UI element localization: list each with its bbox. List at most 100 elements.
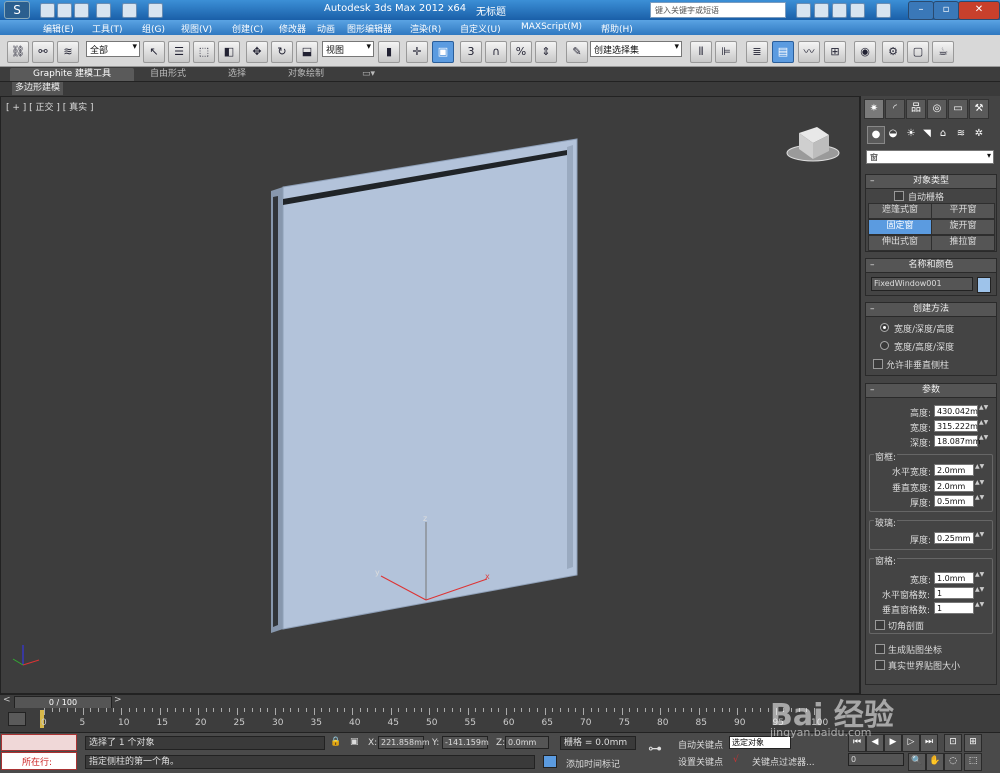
casement-window-button[interactable]: 平开窗 xyxy=(931,203,995,219)
y-coord-input[interactable]: -141.159m xyxy=(442,736,489,749)
parameters-header[interactable]: – 参数 xyxy=(866,384,996,398)
menu-tools[interactable]: 工具(T) xyxy=(92,22,123,35)
modify-tab-icon[interactable]: ◜ xyxy=(885,99,905,119)
reference-coordinate-dropdown[interactable]: 视图 xyxy=(322,41,374,57)
key-filters-button[interactable]: 关键点过滤器... xyxy=(752,755,815,768)
name-color-header[interactable]: – 名称和颜色 xyxy=(866,259,996,273)
named-selection-dropdown[interactable]: 创建选择集 xyxy=(590,41,682,57)
move-icon[interactable]: ✥ xyxy=(246,41,268,63)
maxscript-listener[interactable] xyxy=(1,734,77,751)
horizontal-panels-input[interactable]: 1 xyxy=(934,587,974,599)
systems-icon[interactable]: ✲ xyxy=(971,126,987,142)
zoom-extents-icon[interactable]: ⊡ xyxy=(944,734,962,752)
horizontal-width-spinner[interactable]: ▲▼ xyxy=(975,464,984,476)
go-to-end-button[interactable]: ⏭ xyxy=(920,734,938,752)
menu-maxscript[interactable]: MAXScript(M) xyxy=(521,22,582,32)
ribbon-tab-selection[interactable]: 选择 xyxy=(228,68,246,81)
app-logo-icon[interactable]: S xyxy=(4,1,30,19)
vertical-width-spinner[interactable]: ▲▼ xyxy=(975,480,984,492)
material-editor-icon[interactable]: ◉ xyxy=(854,41,876,63)
layer-manager-icon[interactable]: ≣ xyxy=(746,41,768,63)
help-icon[interactable] xyxy=(876,3,891,18)
mirror-icon[interactable]: ⫴ xyxy=(690,41,712,63)
category-dropdown[interactable]: 窗 xyxy=(866,150,994,164)
add-time-tag-label[interactable]: 添加时间标记 xyxy=(566,757,620,770)
open-file-icon[interactable] xyxy=(57,3,72,18)
sliding-window-button[interactable]: 推拉窗 xyxy=(931,235,995,251)
vertical-width-input[interactable]: 2.0mm xyxy=(934,480,974,492)
render-setup-icon[interactable]: ⚙ xyxy=(882,41,904,63)
minimize-button[interactable]: – xyxy=(908,1,934,20)
go-to-start-button[interactable]: ⏮ xyxy=(848,734,866,752)
height-input[interactable]: 430.042m xyxy=(934,405,978,417)
close-button[interactable]: ✕ xyxy=(958,1,1000,20)
frame-thickness-spinner[interactable]: ▲▼ xyxy=(975,495,984,507)
keyboard-shortcut-override-icon[interactable]: ▣ xyxy=(432,41,454,63)
set-key-button[interactable]: 设置关键点 xyxy=(678,755,723,768)
zoom-icon[interactable]: 🔍 xyxy=(908,753,926,771)
maximize-viewport-icon[interactable]: ⬚ xyxy=(964,753,982,771)
time-slider[interactable]: < 0 / 100 > xyxy=(0,694,1000,710)
glass-thickness-input[interactable]: 0.25mm xyxy=(934,532,974,544)
quick-access-dropdown-icon[interactable] xyxy=(148,3,163,18)
helpers-icon[interactable]: ⌂ xyxy=(935,126,951,142)
orbit-icon[interactable]: ◌ xyxy=(944,753,962,771)
select-object-icon[interactable]: ↖ xyxy=(143,41,165,63)
z-coord-input[interactable]: 0.0mm xyxy=(505,736,549,749)
time-tag-icon[interactable] xyxy=(543,755,557,768)
key-mode-icon[interactable]: √ xyxy=(733,755,739,765)
polygon-modeling-label[interactable]: 多边形建模 xyxy=(12,82,64,95)
graphite-toggle-icon[interactable]: ▤ xyxy=(772,41,794,63)
ribbon-tab-object-paint[interactable]: 对象绘制 xyxy=(288,68,324,81)
width-depth-height-radio[interactable] xyxy=(880,323,889,332)
menu-views[interactable]: 视图(V) xyxy=(181,22,212,35)
previous-frame-button[interactable]: ◀ xyxy=(866,734,884,752)
object-type-header[interactable]: – 对象类型 xyxy=(866,175,996,189)
binoculars-icon[interactable] xyxy=(796,3,811,18)
pan-icon[interactable]: ✋ xyxy=(926,753,944,771)
time-slider-left-arrow[interactable]: < xyxy=(3,695,11,705)
link-icon[interactable]: ⛓ xyxy=(7,41,29,63)
x-coord-input[interactable]: 221.858mm xyxy=(378,736,430,749)
glass-thickness-spinner[interactable]: ▲▼ xyxy=(975,532,984,544)
favorites-icon[interactable] xyxy=(832,3,847,18)
viewport[interactable]: [ + ] [ 正交 ] [ 真实 ] x y z xyxy=(0,96,860,694)
object-name-input[interactable]: FixedWindow001 xyxy=(871,277,973,291)
pivoted-window-button[interactable]: 旋开窗 xyxy=(931,219,995,235)
percent-snap-icon[interactable]: % xyxy=(510,41,532,63)
autogrid-checkbox[interactable] xyxy=(894,191,904,201)
track-view-toggle-icon[interactable] xyxy=(8,712,26,726)
menu-graph-editors[interactable]: 图形编辑器 xyxy=(347,22,392,35)
angle-snap-icon[interactable]: ∩ xyxy=(485,41,507,63)
tools-icon[interactable] xyxy=(814,3,829,18)
menu-help[interactable]: 帮助(H) xyxy=(601,22,633,35)
key-icon[interactable]: ⊶ xyxy=(648,741,662,757)
track-bar[interactable]: 0 5 10 15 20 25 30 35 40 45 50 55 60 65 70 75 80 85 90 95 10… xyxy=(0,708,1000,732)
ribbon-tab-freeform[interactable]: 自由形式 xyxy=(150,68,186,81)
save-file-icon[interactable] xyxy=(74,3,89,18)
star-icon[interactable] xyxy=(850,3,865,18)
current-frame-input[interactable]: 0 xyxy=(848,753,904,766)
redo-icon[interactable] xyxy=(122,3,137,18)
fixed-window-button[interactable]: 固定窗 xyxy=(868,219,932,235)
height-spinner[interactable]: ▲▼ xyxy=(979,405,988,417)
width-spinner[interactable]: ▲▼ xyxy=(979,420,988,432)
projected-window-button[interactable]: 伸出式窗 xyxy=(868,235,932,251)
menu-edit[interactable]: 编辑(E) xyxy=(43,22,74,35)
next-frame-button[interactable]: ▷ xyxy=(902,734,920,752)
spacewarps-icon[interactable]: ≋ xyxy=(953,126,969,142)
horizontal-width-input[interactable]: 2.0mm xyxy=(934,464,974,476)
unlink-icon[interactable]: ⚯ xyxy=(32,41,54,63)
hierarchy-tab-icon[interactable]: 品 xyxy=(906,99,926,119)
selection-filter-dropdown[interactable]: 全部 xyxy=(86,41,140,57)
menu-group[interactable]: 组(G) xyxy=(142,22,165,35)
ribbon-options-icon[interactable]: ▭▾ xyxy=(362,68,380,81)
snaps-toggle-icon[interactable]: 3 xyxy=(460,41,482,63)
play-button[interactable]: ▶ xyxy=(884,734,902,752)
auto-key-button[interactable]: 自动关键点 xyxy=(678,738,723,751)
rail-width-spinner[interactable]: ▲▼ xyxy=(975,572,984,584)
edit-named-selection-icon[interactable]: ✎ xyxy=(566,41,588,63)
selected-dropdown[interactable]: 选定对象 xyxy=(729,736,791,749)
absolute-mode-icon[interactable]: ▣ xyxy=(350,737,359,747)
rendered-frame-icon[interactable]: ▢ xyxy=(907,41,929,63)
